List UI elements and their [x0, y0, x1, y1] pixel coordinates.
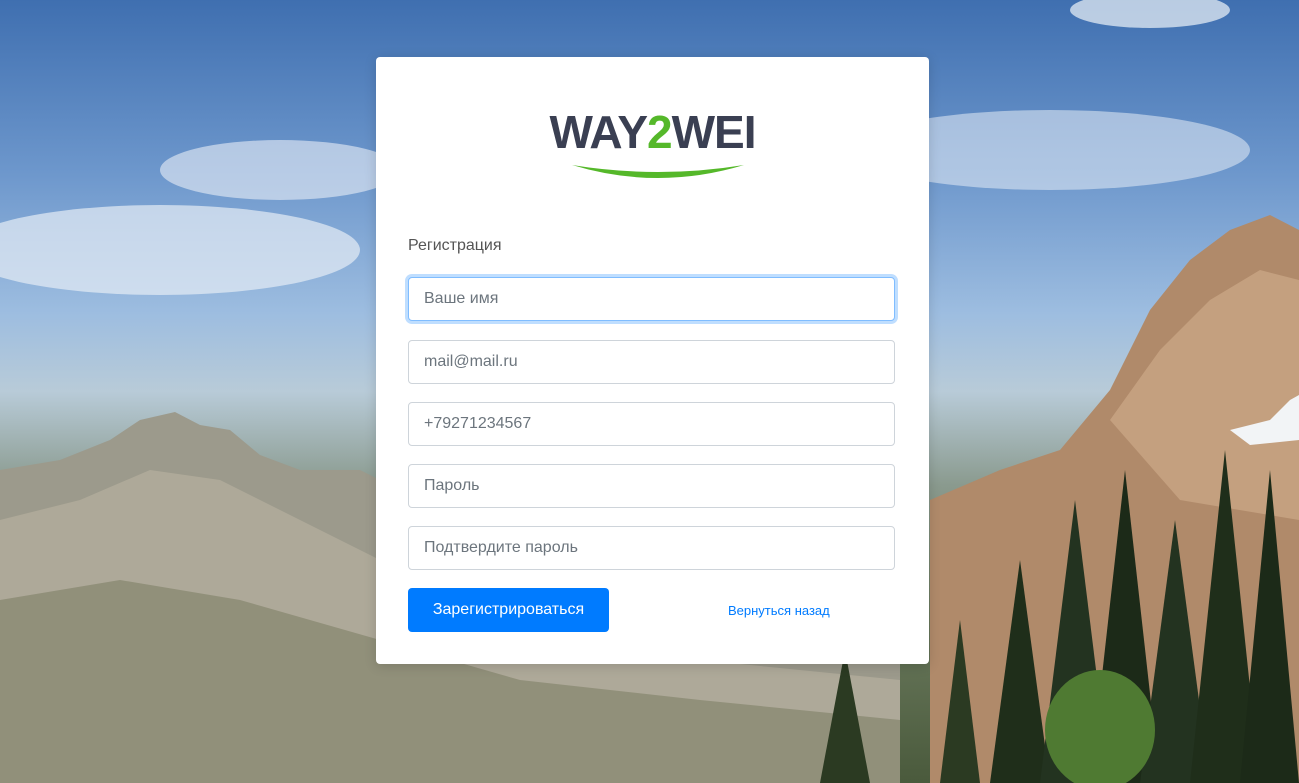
- logo-digit: 2: [647, 106, 673, 158]
- email-input[interactable]: [408, 340, 895, 384]
- registration-card: WAY2WEI Регистрация Зарегистрироваться В…: [376, 57, 929, 664]
- confirm-password-input[interactable]: [408, 526, 895, 570]
- brand-logo: WAY2WEI: [376, 105, 929, 185]
- logo-suffix: WEI: [671, 106, 757, 158]
- back-link[interactable]: Вернуться назад: [728, 603, 830, 618]
- password-input[interactable]: [408, 464, 895, 508]
- logo-prefix: WAY: [549, 106, 648, 158]
- logo-swoosh-icon: [572, 165, 744, 178]
- form-title: Регистрация: [408, 237, 502, 254]
- phone-input[interactable]: [408, 402, 895, 446]
- register-button[interactable]: Зарегистрироваться: [408, 588, 609, 632]
- name-input[interactable]: [408, 277, 895, 321]
- logo-wordmark: WAY2WEI: [376, 105, 929, 159]
